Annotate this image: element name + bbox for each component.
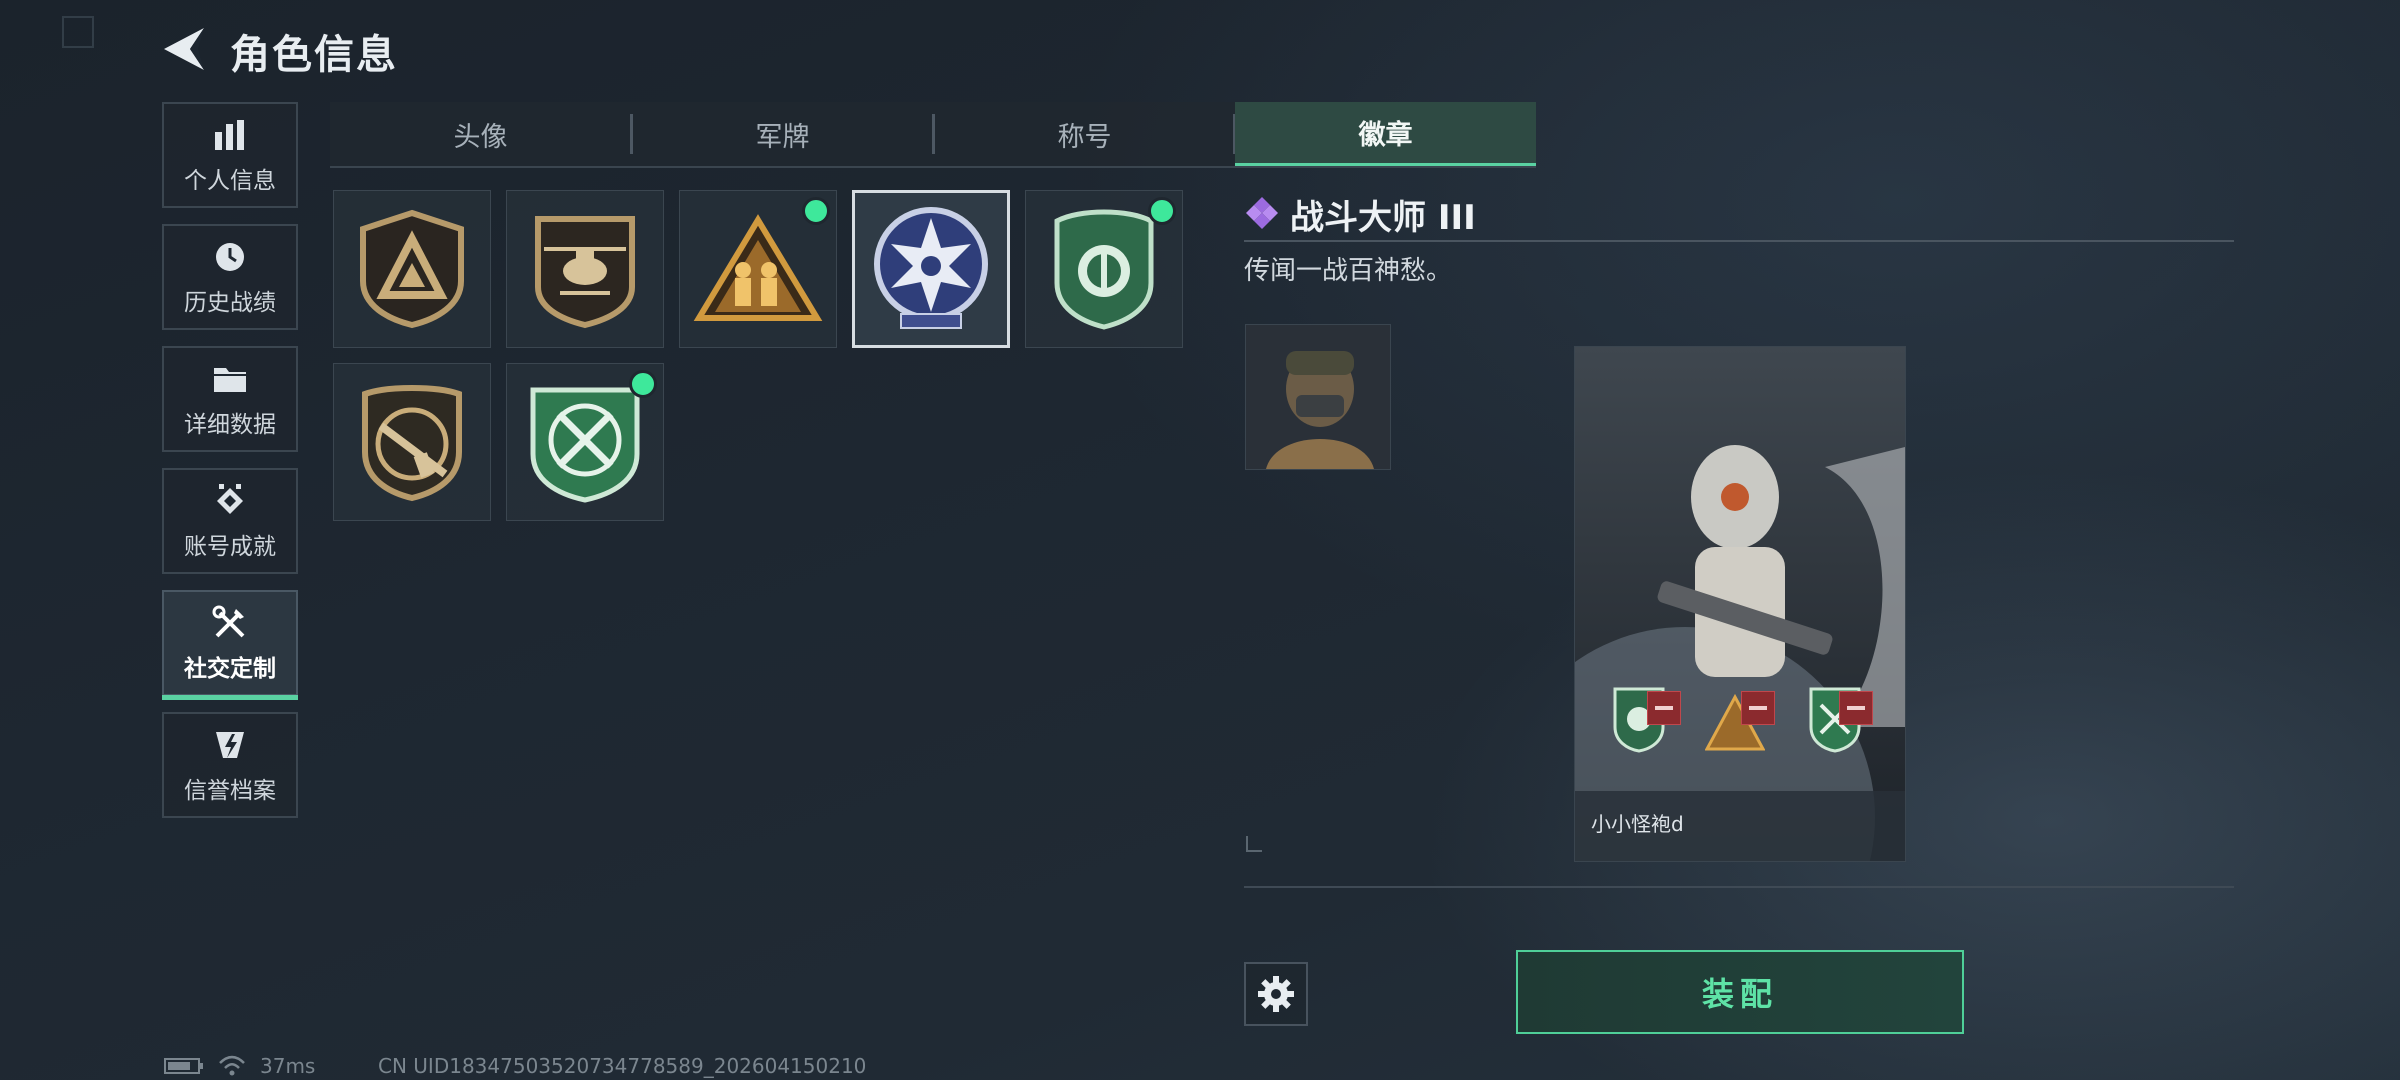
tab-dogtag[interactable]: 军牌 (632, 102, 933, 166)
corner-decoration (1246, 836, 1262, 852)
sidebar-item-label: 历史战绩 (184, 290, 276, 316)
purple-diamond-icon (1245, 196, 1279, 230)
soldiers-triangle-badge-icon (693, 214, 823, 321)
sidebar-item-detailed-data[interactable]: 详细数据 (162, 346, 298, 452)
tab-label: 头像 (453, 121, 508, 153)
page-title: 角色信息 (230, 32, 398, 78)
sidebar-item-achievements[interactable]: 账号成就 (162, 468, 298, 574)
triangle-shield-badge-icon (360, 209, 464, 329)
new-indicator (1148, 197, 1176, 225)
sidebar-item-label: 详细数据 (184, 412, 276, 438)
player-card[interactable]: 小小怪袍d (1574, 346, 1906, 862)
tab-label: 徽章 (1358, 120, 1413, 151)
tab-label: 军牌 (755, 121, 810, 153)
sidebar-item-reputation[interactable]: 信誉档案 (162, 712, 298, 818)
sidebar-item-social-custom[interactable]: 社交定制 (162, 590, 298, 700)
badge-slot[interactable] (679, 190, 837, 348)
battery-icon (164, 1058, 203, 1074)
sidebar-item-history[interactable]: 历史战绩 (162, 224, 298, 330)
tools-icon (210, 603, 250, 643)
new-indicator (802, 197, 830, 225)
badge-slot[interactable] (333, 363, 491, 521)
divider (1244, 240, 2234, 242)
tab-title[interactable]: 称号 (934, 102, 1235, 166)
remove-badge-button[interactable] (1741, 691, 1775, 725)
clock-icon (210, 237, 250, 277)
tab-bar: 头像 军牌 称号 徽章 (330, 102, 1536, 168)
tab-badge[interactable]: 徽章 (1235, 102, 1536, 166)
remove-badge-button[interactable] (1647, 691, 1681, 725)
sidebar-item-label: 社交定制 (184, 656, 276, 682)
settings-button[interactable] (1244, 962, 1308, 1026)
crossed-knives-badge-icon (530, 387, 640, 503)
gear-icon (1258, 976, 1294, 1012)
back-button[interactable] (160, 26, 210, 72)
green-emblem-badge-icon (1054, 209, 1154, 330)
rifle-badge-icon (362, 385, 462, 502)
badge-slot[interactable] (506, 363, 664, 521)
wifi-icon (219, 1055, 245, 1076)
corner-decoration (62, 16, 94, 48)
badge-description: 传闻一战百神愁。 (1244, 256, 1453, 286)
new-indicator (629, 370, 657, 398)
player-name: 小小怪袍d (1591, 812, 1684, 836)
shield-bolt-icon (210, 725, 250, 765)
tab-label: 称号 (1057, 121, 1112, 153)
sidebar-item-label: 个人信息 (184, 168, 276, 194)
ping-text: 37ms (260, 1054, 316, 1078)
sidebar-item-personal-info[interactable]: 个人信息 (162, 102, 298, 208)
remove-badge-button[interactable] (1839, 691, 1873, 725)
divider (1244, 886, 2234, 888)
helicopter-badge-icon (535, 216, 635, 329)
player-avatar[interactable] (1245, 324, 1391, 470)
folder-icon (210, 359, 250, 399)
tab-avatar[interactable]: 头像 (330, 102, 631, 166)
badge-slot[interactable] (333, 190, 491, 348)
badge-slot[interactable] (506, 190, 664, 348)
sidebar-item-label: 账号成就 (184, 534, 276, 560)
card-name-bar: 小小怪袍d (1575, 791, 1905, 861)
badge-slot-selected[interactable] (852, 190, 1010, 348)
sidebar-item-label: 信誉档案 (184, 778, 276, 804)
bar-chart-icon (210, 115, 250, 155)
achievement-icon (210, 481, 250, 521)
back-arrow-icon (164, 28, 204, 70)
uid-text: CN UID18347503520734778589_202604150210 (378, 1054, 867, 1078)
badge-slot[interactable] (1025, 190, 1183, 348)
equip-button[interactable]: 装配 (1516, 950, 1964, 1034)
badge-name: 战斗大师 III (1290, 198, 1476, 238)
star-circle-badge-icon (874, 207, 988, 329)
status-bar: 37ms (164, 1054, 315, 1078)
